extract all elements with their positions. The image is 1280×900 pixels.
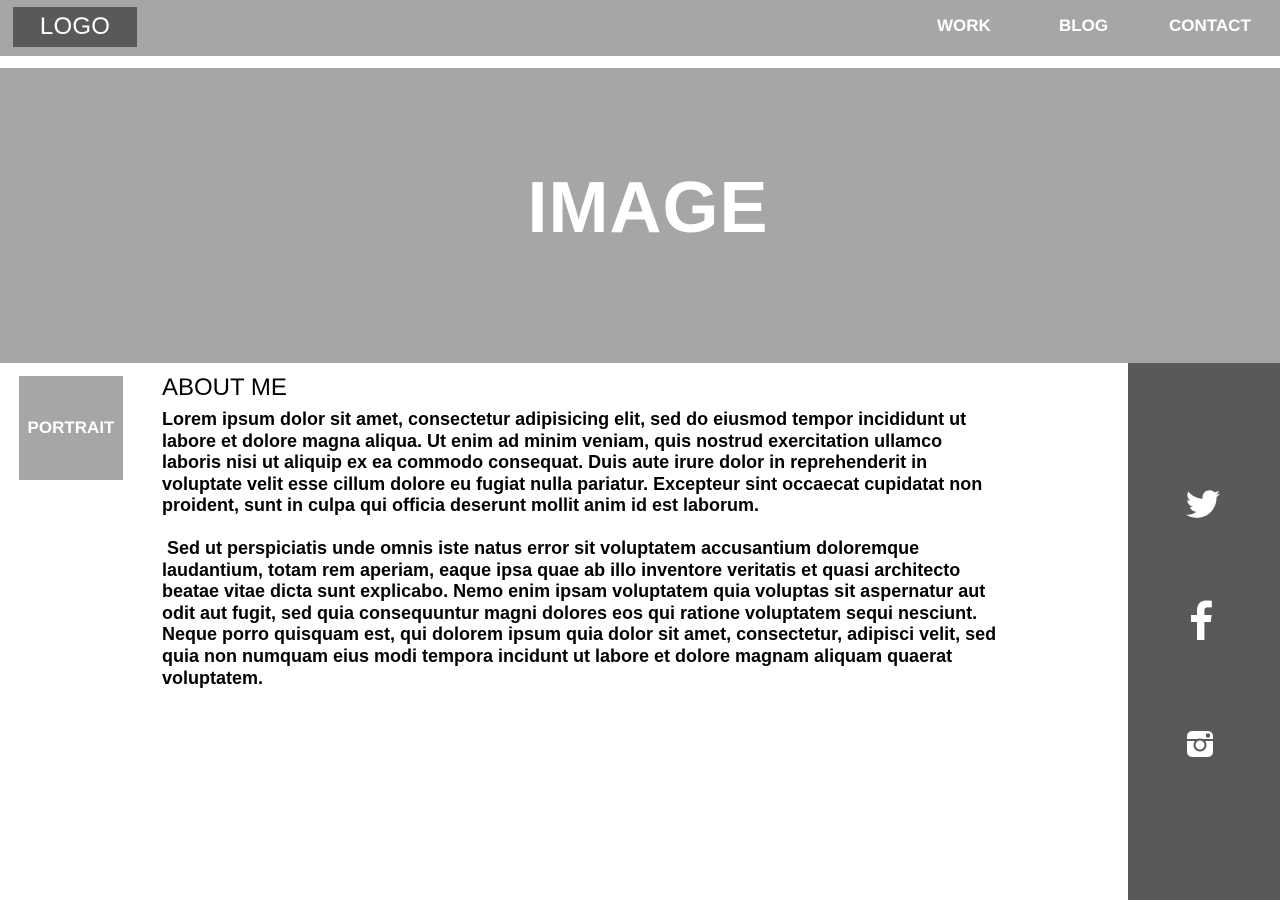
- about-section: ABOUT ME Lorem ipsum dolor sit amet, con…: [162, 375, 997, 689]
- portrait-placeholder: PORTRAIT: [19, 376, 123, 480]
- nav-link-blog[interactable]: BLOG: [1059, 15, 1108, 37]
- nav-link-contact[interactable]: CONTACT: [1169, 15, 1251, 37]
- twitter-icon[interactable]: [1184, 487, 1222, 521]
- about-paragraph-2: Sed ut perspiciatis unde omnis iste natu…: [162, 537, 1002, 688]
- about-heading: ABOUT ME: [162, 374, 287, 401]
- social-sidebar: [1128, 363, 1280, 900]
- facebook-icon[interactable]: [1189, 600, 1213, 640]
- instagram-icon[interactable]: [1186, 730, 1214, 758]
- nav-link-work[interactable]: WORK: [937, 15, 991, 37]
- site-header: LOGO WORK BLOG CONTACT: [0, 0, 1280, 56]
- hero-title: IMAGE: [527, 168, 769, 248]
- hero-image: IMAGE: [0, 68, 1280, 363]
- about-paragraph-1: Lorem ipsum dolor sit amet, consectetur …: [162, 409, 988, 516]
- logo[interactable]: LOGO: [13, 7, 137, 47]
